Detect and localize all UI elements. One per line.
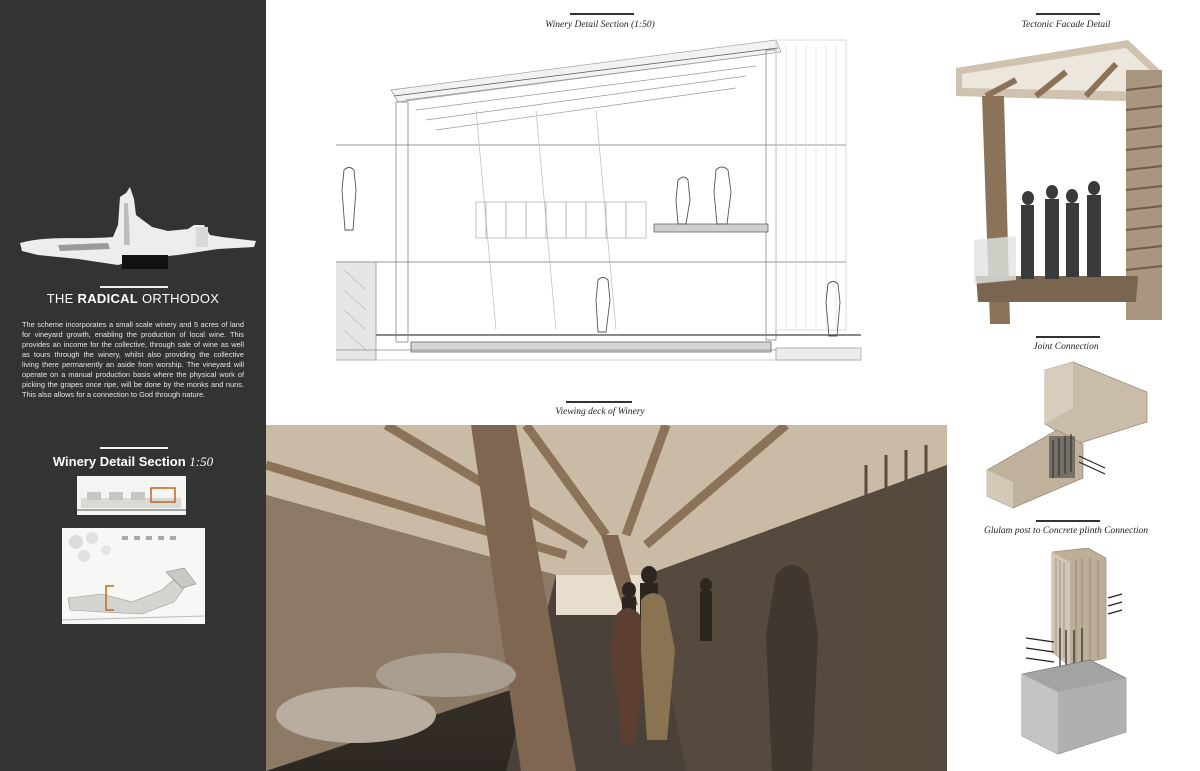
viewing-deck-render	[266, 425, 947, 771]
section-drawing-caption: Winery Detail Section (1:50)	[545, 20, 655, 30]
tectonic-facade-render	[956, 40, 1163, 324]
joint-connection-diagram	[986, 361, 1148, 509]
sidebar-panel: THE RADICAL ORTHODOX The scheme incorpor…	[0, 0, 266, 771]
winery-detail-section-drawing	[336, 39, 862, 361]
joint-caption: Joint Connection	[1033, 342, 1099, 352]
viewing-deck-rule	[566, 401, 632, 403]
section-title-rule	[100, 447, 168, 449]
key-site-plan-thumbnail	[62, 528, 205, 624]
section-caption-rule	[570, 13, 634, 15]
project-title: THE RADICAL ORTHODOX	[46, 291, 220, 306]
facade-rule	[1036, 13, 1100, 15]
glulam-plinth-diagram	[1021, 548, 1127, 755]
viewing-deck-caption: Viewing deck of Winery	[555, 407, 645, 417]
key-section-thumbnail	[77, 476, 186, 515]
project-logo-brushstroke	[20, 187, 256, 269]
title-rule	[100, 286, 168, 288]
project-description: The scheme incorporates a small scale wi…	[22, 320, 244, 399]
section-key-title: Winery Detail Section 1:50	[52, 454, 214, 469]
facade-caption: Tectonic Facade Detail	[1021, 20, 1111, 30]
plinth-rule	[1036, 520, 1100, 522]
joint-rule	[1036, 336, 1100, 338]
plinth-caption: Glulam post to Concrete plinth Connectio…	[983, 526, 1149, 536]
